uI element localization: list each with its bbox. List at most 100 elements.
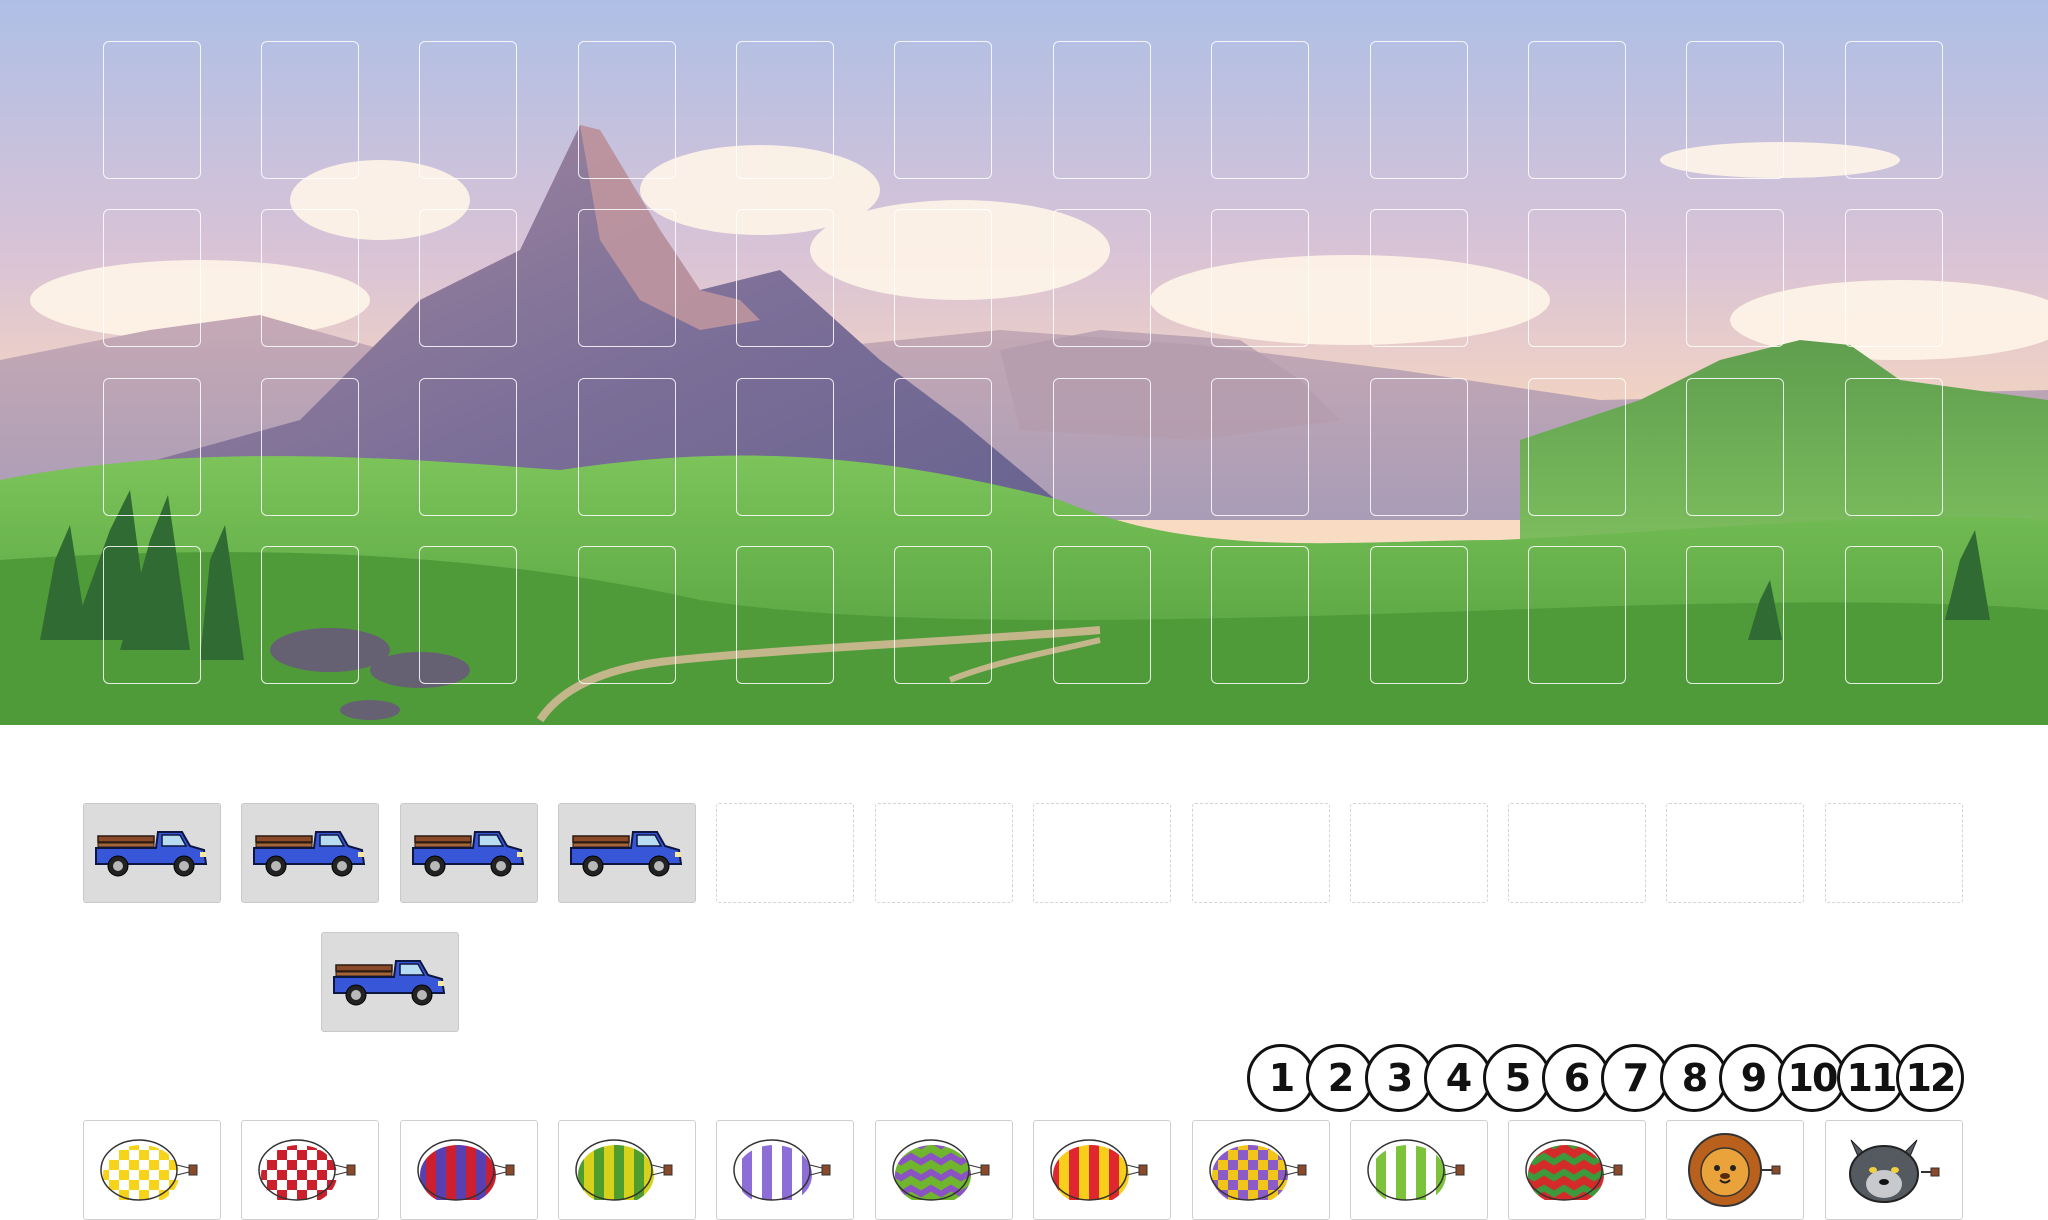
drop-slot[interactable] xyxy=(261,378,359,516)
tray-slot-filled[interactable] xyxy=(558,803,696,903)
balloon-card[interactable] xyxy=(1825,1120,1963,1220)
number-token-6[interactable]: 6 xyxy=(1542,1044,1610,1112)
drop-slot[interactable] xyxy=(1686,546,1784,684)
balloon-card[interactable] xyxy=(558,1120,696,1220)
balloon-card[interactable] xyxy=(1666,1120,1804,1220)
drop-slot[interactable] xyxy=(1370,546,1468,684)
drop-slot[interactable] xyxy=(1211,378,1309,516)
balloon-card[interactable] xyxy=(400,1120,538,1220)
balloon-card[interactable] xyxy=(83,1120,221,1220)
drop-slot[interactable] xyxy=(578,209,676,347)
drop-slot[interactable] xyxy=(1053,209,1151,347)
wolf-face-icon xyxy=(1849,1139,1940,1203)
balloon-green-white-stripe-icon xyxy=(1367,1139,1465,1201)
pickup-truck-icon xyxy=(95,831,208,877)
tray-slot-empty[interactable] xyxy=(1825,803,1963,903)
drop-slot[interactable] xyxy=(1528,378,1626,516)
number-token-3[interactable]: 3 xyxy=(1365,1044,1433,1112)
drop-slot[interactable] xyxy=(1845,41,1943,179)
drop-slot[interactable] xyxy=(1686,209,1784,347)
drop-slot[interactable] xyxy=(419,378,517,516)
drop-slot[interactable] xyxy=(1053,378,1151,516)
drop-slot[interactable] xyxy=(736,378,834,516)
drop-slot[interactable] xyxy=(103,546,201,684)
balloon-green-purple-zigzag-icon xyxy=(892,1139,990,1201)
drop-slot[interactable] xyxy=(1211,209,1309,347)
tray-slot-empty[interactable] xyxy=(1033,803,1171,903)
drop-slot[interactable] xyxy=(103,209,201,347)
balloon-card[interactable] xyxy=(1192,1120,1330,1220)
pickup-truck-icon xyxy=(333,960,446,1006)
tray-slot-filled[interactable] xyxy=(400,803,538,903)
drop-slot[interactable] xyxy=(578,546,676,684)
tray-slot-empty[interactable] xyxy=(875,803,1013,903)
tray-slot-filled[interactable] xyxy=(83,803,221,903)
balloon-card[interactable] xyxy=(875,1120,1013,1220)
drop-slot[interactable] xyxy=(894,41,992,179)
number-token-7[interactable]: 7 xyxy=(1601,1044,1669,1112)
lion-face-icon xyxy=(1688,1133,1781,1207)
number-token-11[interactable]: 11 xyxy=(1837,1044,1905,1112)
drop-slot[interactable] xyxy=(1053,546,1151,684)
drop-slot[interactable] xyxy=(1370,209,1468,347)
balloon-red-green-zigzag-icon xyxy=(1525,1139,1623,1201)
tray-slot-empty[interactable] xyxy=(1666,803,1804,903)
drop-slot[interactable] xyxy=(1528,209,1626,347)
drop-slot[interactable] xyxy=(736,209,834,347)
balloon-red-purple-stripe-icon xyxy=(417,1139,515,1201)
drop-slot[interactable] xyxy=(894,209,992,347)
drop-slot[interactable] xyxy=(1211,41,1309,179)
drop-slot[interactable] xyxy=(261,546,359,684)
drop-slot[interactable] xyxy=(894,378,992,516)
balloon-card[interactable] xyxy=(1350,1120,1488,1220)
balloon-card[interactable] xyxy=(716,1120,854,1220)
number-token-10[interactable]: 10 xyxy=(1778,1044,1846,1112)
drop-slot[interactable] xyxy=(894,546,992,684)
drop-slot[interactable] xyxy=(736,41,834,179)
drop-slot[interactable] xyxy=(261,209,359,347)
number-token-1[interactable]: 1 xyxy=(1247,1044,1315,1112)
balloon-yellow-checker-icon xyxy=(100,1139,198,1201)
number-token-4[interactable]: 4 xyxy=(1424,1044,1492,1112)
pickup-truck-icon xyxy=(570,831,683,877)
drop-slot[interactable] xyxy=(1528,41,1626,179)
balloon-card[interactable] xyxy=(1033,1120,1171,1220)
balloon-red-checker-icon xyxy=(258,1139,356,1201)
drop-slot[interactable] xyxy=(736,546,834,684)
drop-slot[interactable] xyxy=(261,41,359,179)
balloon-card[interactable] xyxy=(241,1120,379,1220)
pickup-truck-icon xyxy=(253,831,366,877)
number-token-5[interactable]: 5 xyxy=(1483,1044,1551,1112)
drop-slot[interactable] xyxy=(1370,378,1468,516)
number-token-12[interactable]: 12 xyxy=(1896,1044,1964,1112)
drop-slot[interactable] xyxy=(1528,546,1626,684)
drop-slot[interactable] xyxy=(419,546,517,684)
dragged-truck-card[interactable] xyxy=(321,932,459,1032)
tray-slot-empty[interactable] xyxy=(1508,803,1646,903)
drop-slot[interactable] xyxy=(1370,41,1468,179)
pickup-truck-icon xyxy=(412,831,525,877)
balloon-red-yellow-stripe-icon xyxy=(1050,1139,1148,1201)
balloon-purple-white-stripe-icon xyxy=(733,1139,831,1201)
tray-slot-empty[interactable] xyxy=(1192,803,1330,903)
drop-slot[interactable] xyxy=(578,41,676,179)
drop-slot[interactable] xyxy=(419,41,517,179)
drop-slot[interactable] xyxy=(103,378,201,516)
number-token-9[interactable]: 9 xyxy=(1719,1044,1787,1112)
drop-slot[interactable] xyxy=(578,378,676,516)
drop-slot[interactable] xyxy=(1686,378,1784,516)
drop-slot[interactable] xyxy=(103,41,201,179)
number-token-2[interactable]: 2 xyxy=(1306,1044,1374,1112)
number-token-8[interactable]: 8 xyxy=(1660,1044,1728,1112)
drop-slot[interactable] xyxy=(1686,41,1784,179)
tray-slot-empty[interactable] xyxy=(716,803,854,903)
tray-slot-filled[interactable] xyxy=(241,803,379,903)
drop-slot[interactable] xyxy=(1845,546,1943,684)
balloon-card[interactable] xyxy=(1508,1120,1646,1220)
drop-slot[interactable] xyxy=(1053,41,1151,179)
drop-slot[interactable] xyxy=(1845,209,1943,347)
tray-slot-empty[interactable] xyxy=(1350,803,1488,903)
drop-slot[interactable] xyxy=(1211,546,1309,684)
drop-slot[interactable] xyxy=(419,209,517,347)
drop-slot[interactable] xyxy=(1845,378,1943,516)
